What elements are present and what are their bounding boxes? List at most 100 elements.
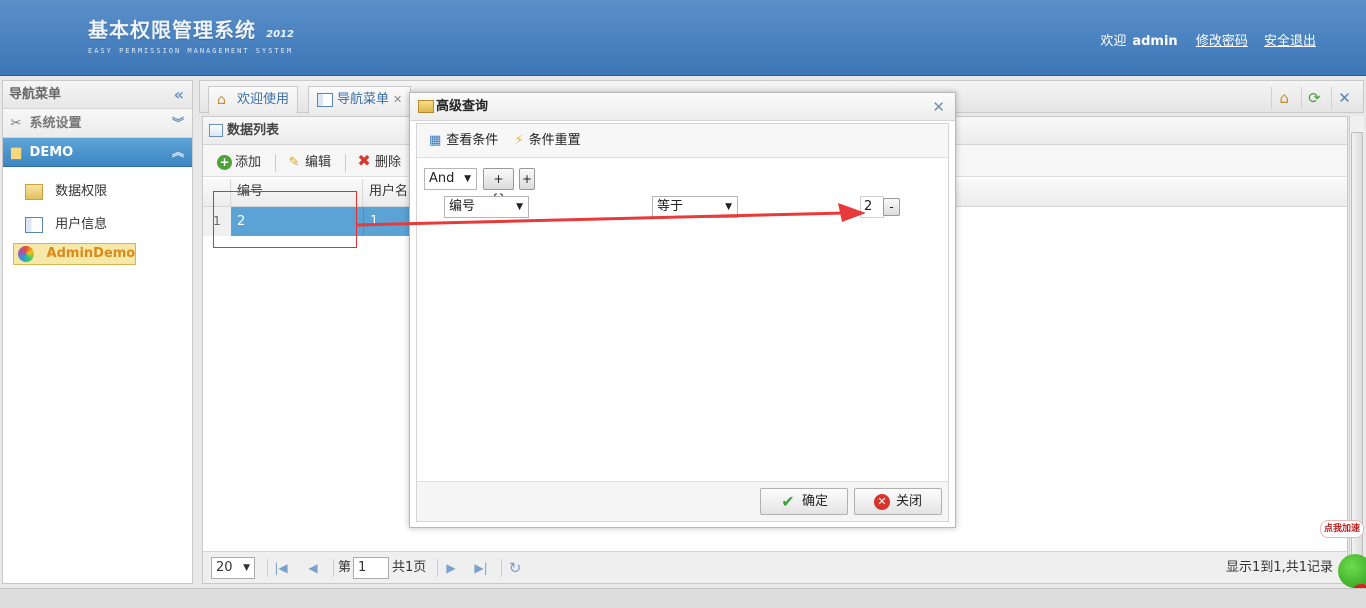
- remove-rule-button[interactable]: -: [883, 198, 900, 216]
- reset-conditions-button[interactable]: ⚡ 条件重置: [514, 124, 580, 158]
- nav-item-admindemo[interactable]: AdminDemo: [13, 243, 137, 265]
- operator-value: 等于: [657, 199, 684, 214]
- prev-page-icon[interactable]: ◀: [305, 552, 321, 584]
- close-icon[interactable]: ✕: [932, 93, 945, 121]
- ball-icon: [1338, 554, 1366, 588]
- chevron-down-icon: ▼: [464, 174, 471, 184]
- status-bar: [0, 588, 1366, 608]
- refresh-icon[interactable]: ↻: [507, 552, 523, 584]
- close-icon[interactable]: ✕: [393, 93, 402, 106]
- nav-group-demo[interactable]: ▆ DEMO ︽: [3, 138, 192, 167]
- app-header: 基本权限管理系统 2012 EASY PERMISSION MANAGEMENT…: [0, 0, 1366, 76]
- app-year: 2012: [266, 29, 294, 40]
- refresh-icon[interactable]: ⟳: [1300, 87, 1327, 109]
- edit-button[interactable]: ✎ 编辑: [280, 147, 337, 179]
- add-rule-button[interactable]: +: [519, 168, 535, 190]
- dialog-body: ▦ 查看条件 ⚡ 条件重置 And ▼ + {} + 编号 ▼ 等于 ▼ 2 - ✔ 确定 …: [416, 123, 949, 522]
- operator-select[interactable]: 等于 ▼: [652, 196, 738, 218]
- page-size-select[interactable]: 20 ▼: [211, 557, 255, 579]
- scrollbar-thumb[interactable]: [1351, 132, 1363, 568]
- app-title: 基本权限管理系统: [88, 18, 256, 42]
- delete-icon: ✖: [357, 151, 371, 170]
- lightning-icon: ⚡: [514, 133, 524, 148]
- pager-info: 显示1到1,共1记录: [1226, 560, 1333, 575]
- advanced-query-dialog: 高级查询 ✕ ▦ 查看条件 ⚡ 条件重置 And ▼ + {} + 编号 ▼ 等于 ▼ 2…: [409, 92, 956, 528]
- first-page-icon[interactable]: |◀: [273, 552, 289, 584]
- pager-divider: [333, 559, 334, 577]
- left-nav: 导航菜单 « ✂ 系统设置 ︾ ▆ DEMO ︽ 数据权限 用户信息 Admin…: [2, 80, 193, 584]
- panel-title-text: 数据列表: [227, 123, 280, 138]
- delete-label: 删除: [375, 155, 402, 170]
- value-input[interactable]: 2: [860, 196, 884, 218]
- nav-header: 导航菜单 «: [3, 81, 192, 109]
- window-icon: [25, 216, 43, 233]
- field-select[interactable]: 编号 ▼: [444, 196, 529, 218]
- logout-link[interactable]: 安全退出: [1264, 34, 1316, 49]
- nav-item-label: AdminDemo: [46, 246, 136, 261]
- view-conditions-button[interactable]: ▦ 查看条件: [429, 124, 498, 158]
- home-icon: ⌂: [217, 91, 226, 108]
- app-subtitle: EASY PERMISSION MANAGEMENT SYSTEM: [88, 47, 294, 55]
- close-button[interactable]: ✕ 关闭: [854, 488, 942, 515]
- nav-item-label: 数据权限: [55, 184, 108, 199]
- speed-up-label: 点我加速: [1320, 520, 1364, 538]
- ok-label: 确定: [801, 494, 828, 509]
- chevron-down-icon: ▼: [516, 202, 523, 212]
- nav-item-data-permission[interactable]: 数据权限: [13, 177, 182, 207]
- brand: 基本权限管理系统 2012 EASY PERMISSION MANAGEMENT…: [88, 14, 294, 55]
- chevron-down-icon: ▼: [243, 563, 250, 573]
- delete-button[interactable]: ✖ 删除: [350, 145, 407, 179]
- list-icon: [209, 124, 223, 137]
- tab-welcome[interactable]: ⌂ 欢迎使用: [208, 86, 299, 114]
- add-button[interactable]: + 添加: [211, 147, 267, 179]
- page-size-value: 20: [216, 560, 233, 575]
- next-page-icon[interactable]: ▶: [443, 552, 459, 584]
- home-icon[interactable]: ⌂: [1270, 87, 1297, 109]
- collapse-icon[interactable]: «: [174, 81, 184, 109]
- dialog-toolbar: ▦ 查看条件 ⚡ 条件重置: [417, 124, 948, 158]
- folder-open-icon: [418, 100, 434, 113]
- chevron-down-icon: ︾: [171, 116, 184, 130]
- nav-title: 导航菜单: [9, 87, 62, 102]
- close-icon[interactable]: ✕: [1331, 87, 1357, 109]
- view-conditions-label: 查看条件: [446, 133, 499, 148]
- tab-label: 欢迎使用: [237, 92, 290, 107]
- nav-item-user-info[interactable]: 用户信息: [13, 210, 182, 240]
- toolbar-divider: [345, 153, 347, 172]
- nav-group-label: DEMO: [29, 145, 74, 160]
- chart-icon: ▦: [429, 133, 442, 148]
- tab-label: 导航菜单: [337, 92, 390, 107]
- page-number-input[interactable]: 1: [353, 557, 389, 579]
- pencil-icon: ✎: [288, 155, 300, 170]
- window-icon: [317, 92, 333, 107]
- welcome-label: 欢迎: [1100, 34, 1127, 49]
- pager: 20 ▼ |◀ ◀ 第 1 共1页 ▶ ▶| ↻ 显示1到1,共1记录: [203, 551, 1347, 583]
- chevron-up-icon: ︽: [171, 145, 184, 159]
- pager-divider: [267, 559, 268, 577]
- dialog-footer: ✔ 确定 ✕ 关闭: [417, 481, 948, 521]
- nav-items: 数据权限 用户信息 AdminDemo: [3, 167, 192, 265]
- page-prefix: 第: [338, 560, 352, 575]
- nav-group-system-settings[interactable]: ✂ 系统设置 ︾: [3, 109, 192, 138]
- dialog-header: 高级查询 ✕: [410, 93, 955, 121]
- nav-item-label: 用户信息: [55, 217, 108, 232]
- username: admin: [1132, 34, 1178, 49]
- dialog-title: 高级查询: [436, 99, 489, 114]
- tab-nav-menu[interactable]: 导航菜单 ✕: [308, 86, 412, 114]
- last-page-icon[interactable]: ▶|: [473, 552, 489, 584]
- add-group-button[interactable]: + {}: [483, 168, 514, 206]
- user-area: 欢迎 admin 修改密码 安全退出: [1088, 30, 1316, 49]
- color-wheel-icon: [18, 245, 34, 262]
- folder-icon: ▆: [11, 145, 21, 160]
- page-total: 共1页: [392, 560, 427, 575]
- tools-icon: ✂: [10, 116, 22, 131]
- ok-button[interactable]: ✔ 确定: [760, 488, 848, 515]
- cancel-icon: ✕: [873, 493, 890, 510]
- field-value: 编号: [449, 199, 476, 214]
- logic-select[interactable]: And ▼: [424, 168, 477, 190]
- tab-tools: ⌂ ⟳ ✕: [1270, 87, 1357, 109]
- change-password-link[interactable]: 修改密码: [1196, 34, 1248, 49]
- add-icon: +: [217, 155, 232, 170]
- chevron-down-icon: ▼: [725, 202, 732, 212]
- scrollbar[interactable]: [1349, 116, 1364, 584]
